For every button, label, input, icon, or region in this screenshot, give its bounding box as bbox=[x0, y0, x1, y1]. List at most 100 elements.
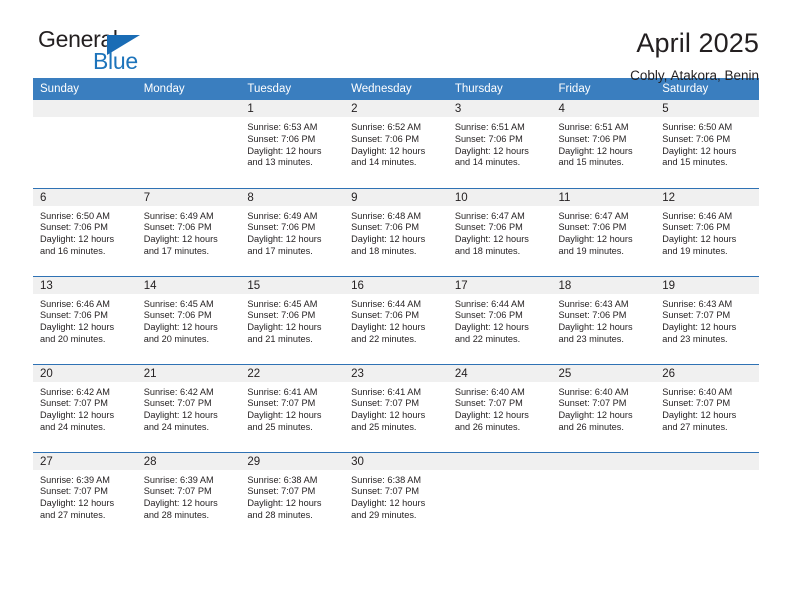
day-number: 27 bbox=[33, 452, 137, 470]
day-sun-info: Sunrise: 6:51 AM Sunset: 7:06 PM Daylight:… bbox=[448, 117, 552, 169]
calendar-day-cell[interactable]: 25 Sunrise: 6:40 AM Sunset: 7:07 PM Dayligh… bbox=[551, 363, 656, 452]
daylight-text-line1: Daylight: 12 hours bbox=[247, 145, 322, 156]
daylight-text-line2: and 27 minutes. bbox=[40, 509, 106, 520]
calendar-day-cell[interactable]: 27 Sunrise: 6:39 AM Sunset: 7:07 PM Dayligh… bbox=[33, 451, 137, 540]
weekday-header-monday: Monday bbox=[136, 78, 241, 100]
sunrise-text: Sunrise: 6:49 AM bbox=[247, 210, 318, 221]
calendar-day-cell-empty bbox=[33, 100, 137, 188]
day-sun-info: Sunrise: 6:52 AM Sunset: 7:06 PM Daylight:… bbox=[344, 117, 448, 169]
daylight-text-line2: and 28 minutes. bbox=[143, 509, 210, 520]
calendar-day-cell[interactable]: 28 Sunrise: 6:39 AM Sunset: 7:07 PM Dayligh… bbox=[136, 451, 241, 540]
sunset-text: Sunset: 7:06 PM bbox=[143, 310, 212, 321]
daylight-text-line2: and 29 minutes. bbox=[351, 509, 417, 520]
calendar-day-cell[interactable]: 22 Sunrise: 6:41 AM Sunset: 7:07 PM Dayligh… bbox=[240, 363, 345, 452]
sunrise-text: Sunrise: 6:47 AM bbox=[454, 210, 525, 221]
calendar-day-cell[interactable]: 8 Sunrise: 6:49 AM Sunset: 7:06 PM Daylight… bbox=[240, 187, 345, 276]
calendar-day-cell[interactable]: 11 Sunrise: 6:47 AM Sunset: 7:06 PM Dayligh… bbox=[551, 187, 656, 276]
calendar-day-cell[interactable]: 15 Sunrise: 6:45 AM Sunset: 7:06 PM Dayligh… bbox=[240, 275, 345, 364]
day-number bbox=[551, 452, 656, 470]
daylight-text-line2: and 19 minutes. bbox=[558, 245, 624, 256]
sunset-text: Sunset: 7:07 PM bbox=[40, 486, 108, 497]
day-number: 3 bbox=[447, 100, 552, 117]
day-sun-info: Sunrise: 6:40 AM Sunset: 7:07 PM Daylight:… bbox=[448, 382, 552, 434]
calendar-day-cell[interactable]: 1 Sunrise: 6:53 AM Sunset: 7:06 PM Daylight… bbox=[240, 100, 345, 188]
sunrise-text: Sunrise: 6:38 AM bbox=[351, 474, 422, 485]
daylight-text-line2: and 28 minutes. bbox=[247, 509, 313, 520]
day-sun-info: Sunrise: 6:46 AM Sunset: 7:06 PM Daylight:… bbox=[33, 294, 137, 346]
day-number: 9 bbox=[344, 188, 448, 206]
calendar-day-cell[interactable]: 20 Sunrise: 6:42 AM Sunset: 7:07 PM Dayligh… bbox=[33, 363, 137, 452]
sunset-text: Sunset: 7:07 PM bbox=[351, 486, 420, 497]
calendar-day-cell[interactable]: 3 Sunrise: 6:51 AM Sunset: 7:06 PM Daylight… bbox=[447, 100, 552, 188]
daylight-text-line2: and 18 minutes. bbox=[351, 245, 417, 256]
sunrise-text: Sunrise: 6:44 AM bbox=[454, 298, 525, 309]
calendar-day-cell[interactable]: 7 Sunrise: 6:49 AM Sunset: 7:06 PM Daylight… bbox=[136, 187, 241, 276]
calendar-day-cell[interactable]: 13 Sunrise: 6:46 AM Sunset: 7:06 PM Dayligh… bbox=[33, 275, 137, 364]
daylight-text-line1: Daylight: 12 hours bbox=[454, 145, 529, 156]
sunrise-text: Sunrise: 6:52 AM bbox=[351, 122, 422, 132]
calendar-week-row: 20 Sunrise: 6:42 AM Sunset: 7:07 PM Dayligh… bbox=[33, 363, 759, 452]
calendar-day-cell[interactable]: 29 Sunrise: 6:38 AM Sunset: 7:07 PM Dayligh… bbox=[240, 451, 345, 540]
calendar-day-cell[interactable]: 24 Sunrise: 6:40 AM Sunset: 7:07 PM Dayligh… bbox=[447, 363, 552, 452]
daylight-text-line1: Daylight: 12 hours bbox=[40, 234, 115, 245]
calendar-day-cell[interactable]: 18 Sunrise: 6:43 AM Sunset: 7:06 PM Dayligh… bbox=[551, 275, 656, 364]
sunrise-text: Sunrise: 6:48 AM bbox=[351, 210, 422, 221]
calendar-day-cell[interactable]: 19 Sunrise: 6:43 AM Sunset: 7:07 PM Dayligh… bbox=[655, 275, 759, 364]
calendar-day-cell[interactable]: 12 Sunrise: 6:46 AM Sunset: 7:06 PM Dayligh… bbox=[655, 187, 759, 276]
day-sun-info: Sunrise: 6:42 AM Sunset: 7:07 PM Daylight:… bbox=[33, 382, 137, 434]
calendar-day-cell[interactable]: 4 Sunrise: 6:51 AM Sunset: 7:06 PM Daylight… bbox=[551, 100, 656, 188]
calendar-day-cell[interactable]: 17 Sunrise: 6:44 AM Sunset: 7:06 PM Dayligh… bbox=[447, 275, 552, 364]
calendar-body: 1 Sunrise: 6:53 AM Sunset: 7:06 PM Daylight… bbox=[33, 100, 759, 540]
day-sun-info: Sunrise: 6:42 AM Sunset: 7:07 PM Daylight:… bbox=[137, 382, 241, 434]
day-number: 29 bbox=[240, 452, 345, 470]
daylight-text-line1: Daylight: 12 hours bbox=[247, 498, 322, 509]
daylight-text-line2: and 25 minutes. bbox=[247, 421, 313, 432]
sunrise-text: Sunrise: 6:42 AM bbox=[143, 386, 214, 397]
calendar-day-cell[interactable]: 2 Sunrise: 6:52 AM Sunset: 7:06 PM Daylight… bbox=[344, 100, 448, 188]
daylight-text-line2: and 25 minutes. bbox=[351, 421, 417, 432]
daylight-text-line1: Daylight: 12 hours bbox=[351, 410, 426, 421]
calendar-day-cell[interactable]: 16 Sunrise: 6:44 AM Sunset: 7:06 PM Dayligh… bbox=[344, 275, 448, 364]
calendar-day-cell[interactable]: 23 Sunrise: 6:41 AM Sunset: 7:07 PM Dayligh… bbox=[344, 363, 448, 452]
daylight-text-line2: and 14 minutes. bbox=[351, 157, 417, 168]
sunrise-text: Sunrise: 6:39 AM bbox=[40, 474, 110, 485]
daylight-text-line2: and 24 minutes. bbox=[40, 421, 106, 432]
calendar-day-cell[interactable]: 30 Sunrise: 6:38 AM Sunset: 7:07 PM Dayligh… bbox=[344, 451, 448, 540]
daylight-text-line2: and 20 minutes. bbox=[40, 333, 106, 344]
sunset-text: Sunset: 7:06 PM bbox=[351, 222, 420, 233]
daylight-text-line2: and 19 minutes. bbox=[662, 245, 728, 256]
day-sun-info: Sunrise: 6:50 AM Sunset: 7:06 PM Daylight:… bbox=[33, 206, 137, 258]
calendar-day-cell[interactable]: 5 Sunrise: 6:50 AM Sunset: 7:06 PM Daylight… bbox=[655, 100, 759, 188]
sunset-text: Sunset: 7:06 PM bbox=[143, 222, 212, 233]
day-sun-info: Sunrise: 6:39 AM Sunset: 7:07 PM Daylight:… bbox=[137, 470, 241, 522]
calendar-day-cell[interactable]: 9 Sunrise: 6:48 AM Sunset: 7:06 PM Daylight… bbox=[344, 187, 448, 276]
daylight-text-line1: Daylight: 12 hours bbox=[143, 322, 218, 333]
sunset-text: Sunset: 7:06 PM bbox=[558, 310, 627, 321]
calendar-week-row: 13 Sunrise: 6:46 AM Sunset: 7:06 PM Dayligh… bbox=[33, 275, 759, 364]
calendar-week-row: 6 Sunrise: 6:50 AM Sunset: 7:06 PM Daylight… bbox=[33, 187, 759, 276]
daylight-text-line1: Daylight: 12 hours bbox=[247, 322, 322, 333]
day-sun-info: Sunrise: 6:46 AM Sunset: 7:06 PM Daylight:… bbox=[655, 206, 759, 258]
day-sun-info: Sunrise: 6:39 AM Sunset: 7:07 PM Daylight:… bbox=[33, 470, 137, 522]
day-sun-info: Sunrise: 6:45 AM Sunset: 7:06 PM Daylight:… bbox=[240, 294, 344, 346]
page-subtitle: Cobly, Atakora, Benin bbox=[630, 68, 759, 84]
daylight-text-line2: and 17 minutes. bbox=[143, 245, 210, 256]
sunrise-text: Sunrise: 6:44 AM bbox=[351, 298, 422, 309]
calendar-day-cell[interactable]: 6 Sunrise: 6:50 AM Sunset: 7:06 PM Daylight… bbox=[33, 187, 137, 276]
daylight-text-line2: and 14 minutes. bbox=[454, 157, 521, 168]
calendar-day-cell[interactable]: 21 Sunrise: 6:42 AM Sunset: 7:07 PM Dayligh… bbox=[136, 363, 241, 452]
sunset-text: Sunset: 7:07 PM bbox=[143, 486, 212, 497]
calendar-day-cell[interactable]: 10 Sunrise: 6:47 AM Sunset: 7:06 PM Dayligh… bbox=[447, 187, 552, 276]
day-number: 16 bbox=[344, 276, 448, 294]
day-sun-info: Sunrise: 6:48 AM Sunset: 7:06 PM Daylight:… bbox=[344, 206, 448, 258]
day-number: 12 bbox=[655, 188, 759, 206]
calendar-day-cell-empty bbox=[551, 451, 656, 540]
sunset-text: Sunset: 7:06 PM bbox=[454, 133, 523, 144]
day-number: 21 bbox=[136, 364, 241, 382]
daylight-text-line1: Daylight: 12 hours bbox=[662, 322, 737, 333]
daylight-text-line1: Daylight: 12 hours bbox=[351, 145, 426, 156]
calendar-day-cell[interactable]: 14 Sunrise: 6:45 AM Sunset: 7:06 PM Dayligh… bbox=[136, 275, 241, 364]
daylight-text-line1: Daylight: 12 hours bbox=[558, 410, 633, 421]
calendar-day-cell[interactable]: 26 Sunrise: 6:40 AM Sunset: 7:07 PM Dayligh… bbox=[655, 363, 759, 452]
sunrise-text: Sunrise: 6:41 AM bbox=[351, 386, 422, 397]
